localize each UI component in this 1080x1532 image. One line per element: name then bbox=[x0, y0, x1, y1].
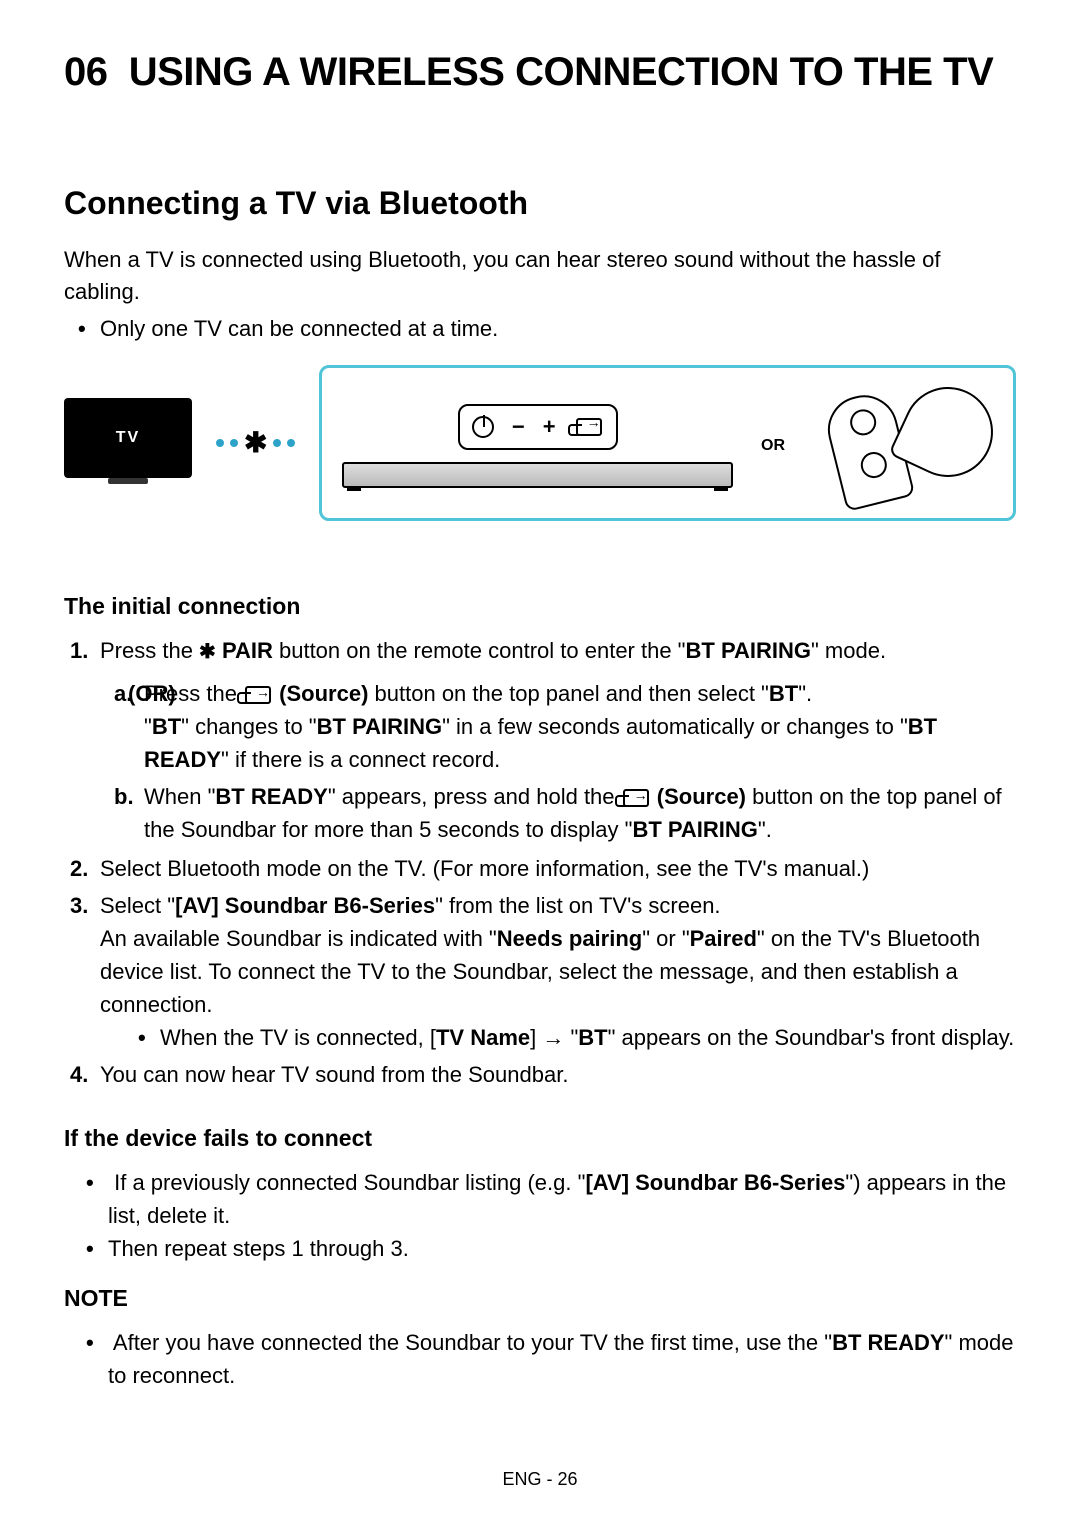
source-icon bbox=[245, 686, 271, 704]
chapter-number: 06 bbox=[64, 50, 108, 94]
chapter-title-text: USING A WIRELESS CONNECTION TO THE TV bbox=[129, 50, 994, 94]
intro-bullet-item: Only one TV can be connected at a time. bbox=[100, 312, 1016, 345]
bluetooth-signal-icon: ✱ bbox=[216, 426, 295, 459]
connection-diagram: TV ✱ − + OR bbox=[64, 365, 1016, 521]
initial-connection-heading: The initial connection bbox=[64, 593, 1016, 620]
chapter-title: 06 USING A WIRELESS CONNECTION TO THE TV bbox=[64, 50, 1016, 95]
soundbar-top-panel-graphic: − + bbox=[342, 404, 733, 488]
intro-paragraph: When a TV is connected using Bluetooth, … bbox=[64, 244, 1016, 308]
intro-bullet-list: Only one TV can be connected at a time. bbox=[64, 312, 1016, 345]
bluetooth-icon: ✱ bbox=[199, 637, 216, 667]
note-section: NOTE After you have connected the Soundb… bbox=[64, 1285, 1016, 1392]
or-label-steps: (OR) bbox=[128, 681, 176, 707]
alt-steps-list: a.Press the (Source) button on the top p… bbox=[64, 677, 1016, 846]
step-4: 4.You can now hear TV sound from the Sou… bbox=[100, 1058, 1016, 1091]
step-3: 3.Select "[AV] Soundbar B6-Series" from … bbox=[100, 889, 1016, 1054]
fails-item-1: If a previously connected Soundbar listi… bbox=[108, 1166, 1016, 1232]
source-icon bbox=[623, 789, 649, 807]
fails-list: If a previously connected Soundbar listi… bbox=[64, 1166, 1016, 1265]
or-label: OR bbox=[761, 437, 785, 455]
fails-heading: If the device fails to connect bbox=[64, 1125, 1016, 1152]
source-icon bbox=[576, 418, 602, 436]
plus-icon: + bbox=[543, 414, 556, 440]
steps-list-cont: 2.Select Bluetooth mode on the TV. (For … bbox=[64, 852, 1016, 1091]
page-footer: ENG - 26 bbox=[0, 1469, 1080, 1490]
tv-screen-label: TV bbox=[64, 398, 192, 478]
tv-graphic: TV bbox=[64, 398, 192, 488]
bluetooth-icon: ✱ bbox=[244, 426, 267, 459]
note-heading: NOTE bbox=[64, 1285, 1016, 1312]
step-1: 1.Press the ✱ PAIR button on the remote … bbox=[100, 634, 1016, 667]
step-1a: a.Press the (Source) button on the top p… bbox=[144, 677, 1016, 776]
remote-graphic bbox=[813, 387, 993, 505]
note-list: After you have connected the Soundbar to… bbox=[64, 1326, 1016, 1392]
fails-section: If the device fails to connect If a prev… bbox=[64, 1125, 1016, 1265]
steps-list: 1.Press the ✱ PAIR button on the remote … bbox=[64, 634, 1016, 667]
step-1b: b.When "BT READY" appears, press and hol… bbox=[144, 780, 1016, 846]
step-2: 2.Select Bluetooth mode on the TV. (For … bbox=[100, 852, 1016, 885]
power-icon bbox=[472, 416, 494, 438]
section-title: Connecting a TV via Bluetooth bbox=[64, 185, 1016, 222]
note-item: After you have connected the Soundbar to… bbox=[108, 1326, 1016, 1392]
top-panel-buttons: − + bbox=[458, 404, 618, 450]
minus-icon: − bbox=[512, 414, 525, 440]
step-3-bullet: When the TV is connected, [TV Name] → "B… bbox=[160, 1021, 1016, 1054]
soundbar-options-box: − + OR bbox=[319, 365, 1016, 521]
initial-connection-section: The initial connection 1.Press the ✱ PAI… bbox=[64, 593, 1016, 1091]
fails-item-2: Then repeat steps 1 through 3. bbox=[108, 1232, 1016, 1265]
soundbar-body-graphic bbox=[342, 462, 733, 488]
